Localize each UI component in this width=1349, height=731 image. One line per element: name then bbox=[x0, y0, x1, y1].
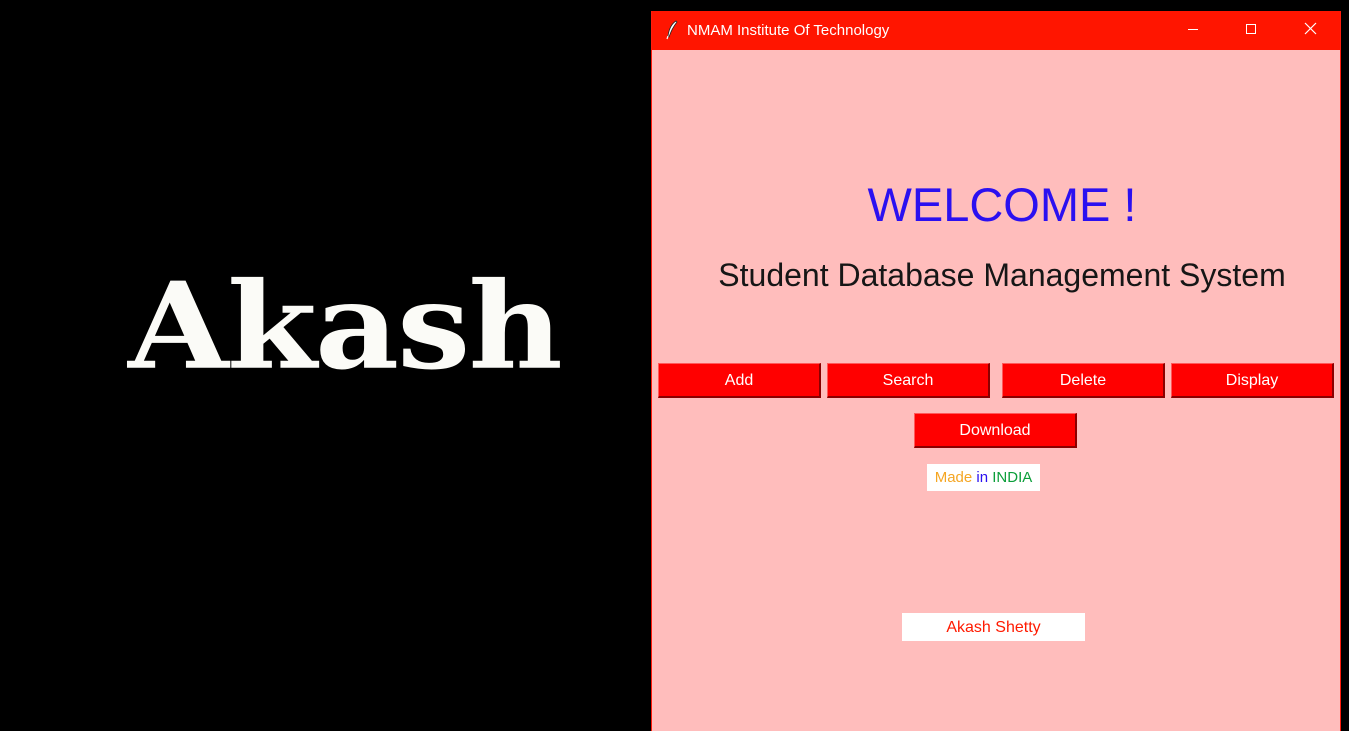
feather-icon bbox=[665, 20, 679, 40]
close-icon bbox=[1304, 22, 1317, 40]
author-label: Akash Shetty bbox=[902, 613, 1085, 641]
maximize-button[interactable] bbox=[1222, 11, 1280, 50]
search-button[interactable]: Search bbox=[827, 363, 990, 398]
download-button[interactable]: Download bbox=[914, 413, 1077, 448]
minimize-button[interactable] bbox=[1164, 11, 1222, 50]
close-button[interactable] bbox=[1281, 11, 1339, 50]
india-word: INDIA bbox=[992, 469, 1033, 486]
made-in-india-label: Made in INDIA bbox=[927, 464, 1040, 491]
window-title: NMAM Institute Of Technology bbox=[687, 22, 890, 39]
display-button[interactable]: Display bbox=[1171, 363, 1334, 398]
app-window: NMAM Institute Of Technology WELCOME ! S… bbox=[651, 11, 1341, 731]
maximize-icon bbox=[1245, 22, 1257, 40]
desktop: Akash NMAM Institute Of Technology WELCO… bbox=[0, 0, 1349, 731]
welcome-heading: WELCOME ! bbox=[867, 178, 1137, 231]
title-bar[interactable]: NMAM Institute Of Technology bbox=[652, 11, 1340, 50]
add-button[interactable]: Add bbox=[658, 363, 821, 398]
system-subtitle: Student Database Management System bbox=[718, 257, 1286, 293]
delete-button[interactable]: Delete bbox=[1002, 363, 1165, 398]
in-word: in bbox=[976, 469, 989, 486]
desktop-logo-text: Akash bbox=[128, 255, 563, 397]
minimize-icon bbox=[1187, 22, 1199, 40]
made-word: Made bbox=[934, 469, 973, 486]
